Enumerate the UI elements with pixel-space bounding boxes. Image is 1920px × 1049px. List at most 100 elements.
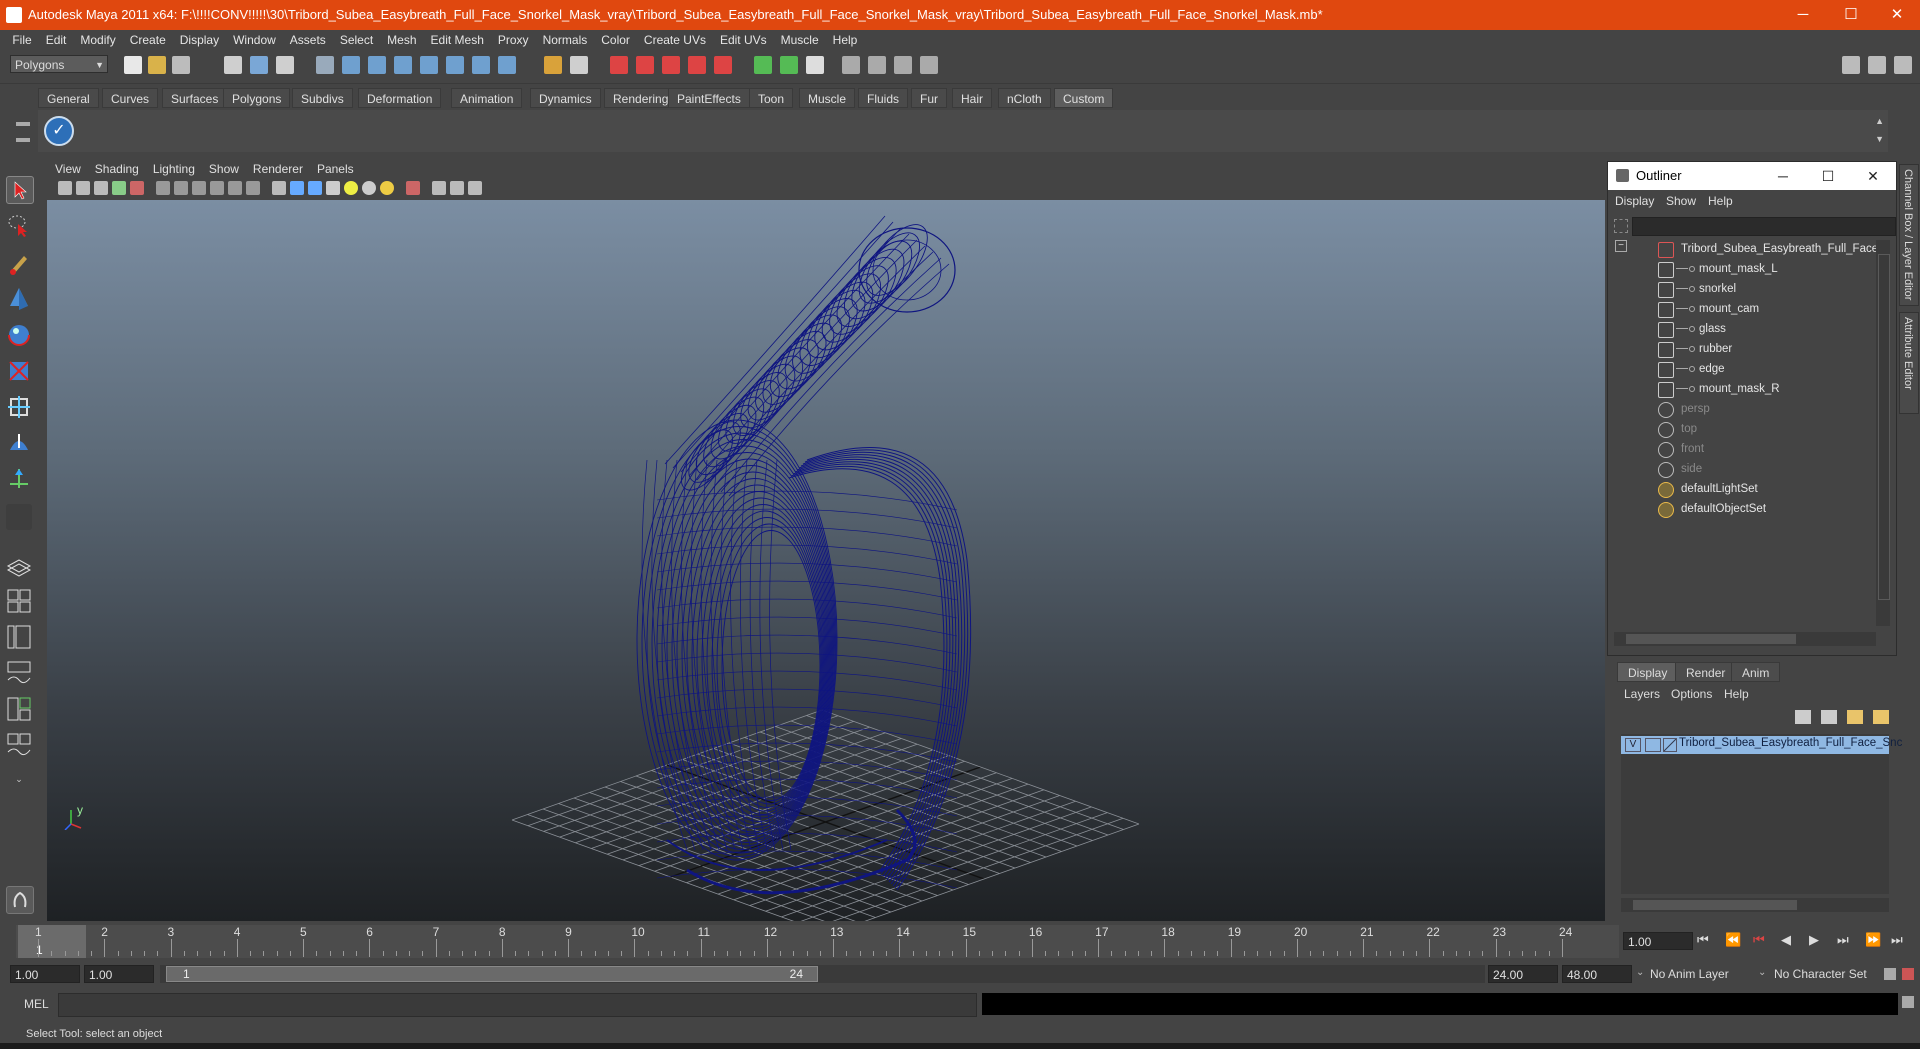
range-slider-bar[interactable]: 1 24 bbox=[166, 966, 818, 982]
range-slider[interactable]: 1 24 bbox=[160, 965, 1485, 983]
outliner-item[interactable]: snorkel bbox=[1608, 280, 1876, 298]
rotate-tool-icon[interactable] bbox=[6, 322, 32, 348]
smooth-shade-icon[interactable] bbox=[290, 181, 304, 195]
menu-file[interactable]: File bbox=[5, 30, 38, 50]
step-forward-key-icon[interactable]: ⏭ bbox=[1837, 932, 1849, 948]
outliner-filter-icon[interactable] bbox=[1614, 219, 1628, 233]
menu-help[interactable]: Help bbox=[826, 30, 865, 50]
script-editor-icon[interactable] bbox=[920, 56, 938, 74]
menu-mesh[interactable]: Mesh bbox=[380, 30, 423, 50]
outliner-filter-input[interactable] bbox=[1632, 217, 1896, 236]
go-to-start-icon[interactable]: ⏮ bbox=[1697, 932, 1709, 948]
panel-layout-2-icon[interactable] bbox=[1868, 56, 1886, 74]
use-all-lights-icon[interactable] bbox=[344, 181, 358, 195]
new-layer-star2-icon[interactable] bbox=[1873, 710, 1889, 724]
outliner-vscrollbar[interactable] bbox=[1876, 240, 1890, 626]
save-scene-icon[interactable] bbox=[172, 56, 190, 74]
outliner-item[interactable]: edge bbox=[1608, 360, 1876, 378]
bookmarks-icon[interactable] bbox=[94, 181, 108, 195]
step-back-icon[interactable]: ⏪ bbox=[1725, 932, 1741, 948]
magnet-snap-4-icon[interactable] bbox=[688, 56, 706, 74]
construction-icon[interactable] bbox=[472, 56, 490, 74]
menu-edit-mesh[interactable]: Edit Mesh bbox=[424, 30, 491, 50]
shelf-tab-fluids[interactable]: Fluids bbox=[858, 88, 909, 108]
vp-menu-renderer[interactable]: Renderer bbox=[246, 160, 310, 178]
outliner-item[interactable]: defaultLightSet bbox=[1608, 480, 1876, 498]
command-input[interactable] bbox=[58, 993, 977, 1017]
layer-color-swatch[interactable] bbox=[1663, 738, 1677, 752]
menu-muscle[interactable]: Muscle bbox=[774, 30, 826, 50]
layer-tab-display[interactable]: Display bbox=[1617, 662, 1679, 682]
minimize-button[interactable]: ─ bbox=[1780, 0, 1826, 30]
vp-menu-shading[interactable]: Shading bbox=[88, 160, 146, 178]
layer-menu-layers[interactable]: Layers bbox=[1624, 687, 1660, 701]
lights-icon[interactable] bbox=[380, 181, 394, 195]
select-hierarchy-icon[interactable] bbox=[224, 56, 242, 74]
render-settings-icon[interactable] bbox=[806, 56, 824, 74]
outliner-item[interactable]: rubber bbox=[1608, 340, 1876, 358]
perspective-viewport[interactable]: y bbox=[47, 200, 1605, 921]
outliner-maximize-button[interactable]: ☐ bbox=[1813, 162, 1843, 190]
gate-mask-icon[interactable] bbox=[210, 181, 224, 195]
new-layer-icon[interactable] bbox=[1795, 710, 1811, 724]
outliner-item[interactable]: mount_mask_R bbox=[1608, 380, 1876, 398]
shelf-tab-dynamics[interactable]: Dynamics bbox=[530, 88, 601, 108]
vp-menu-view[interactable]: View bbox=[48, 160, 88, 178]
layout-four-icon[interactable] bbox=[6, 588, 32, 614]
shelf-tab-hair[interactable]: Hair bbox=[952, 88, 993, 108]
ipr-render-icon[interactable] bbox=[780, 56, 798, 74]
input-ops-icon[interactable] bbox=[570, 56, 588, 74]
wireframe-on-shaded-icon[interactable] bbox=[308, 181, 322, 195]
play-backward-icon[interactable]: ◀ bbox=[1781, 932, 1791, 948]
xray-components-icon[interactable] bbox=[468, 181, 482, 195]
new-layer-star-icon[interactable] bbox=[1847, 710, 1863, 724]
outliner-vscroll-thumb[interactable] bbox=[1878, 254, 1890, 600]
help-question-icon[interactable] bbox=[498, 56, 516, 74]
layer-type-toggle[interactable] bbox=[1645, 738, 1661, 752]
menu-edit-uvs[interactable]: Edit UVs bbox=[713, 30, 774, 50]
layer-visibility-toggle[interactable]: V bbox=[1625, 738, 1641, 752]
layer-tab-render[interactable]: Render bbox=[1675, 662, 1737, 682]
paint-select-tool-icon[interactable] bbox=[6, 250, 32, 276]
shelf-tab-ncloth[interactable]: nCloth bbox=[998, 88, 1051, 108]
scale-tool-icon[interactable] bbox=[6, 358, 32, 384]
vp-menu-lighting[interactable]: Lighting bbox=[146, 160, 202, 178]
select-object-icon[interactable] bbox=[250, 56, 268, 74]
outliner-hscroll-thumb[interactable] bbox=[1626, 634, 1796, 644]
playback-end-field[interactable]: 24.00 bbox=[1488, 965, 1558, 983]
two-d-pan-zoom-icon[interactable] bbox=[130, 181, 144, 195]
menu-window[interactable]: Window bbox=[226, 30, 283, 50]
panel-layout-3-icon[interactable] bbox=[1894, 56, 1912, 74]
layer-row[interactable]: V Tribord_Subea_Easybreath_Full_Face_Snc bbox=[1621, 736, 1902, 754]
shelf-tab-subdivs[interactable]: Subdivs bbox=[292, 88, 353, 108]
outliner-item[interactable]: defaultObjectSet bbox=[1608, 500, 1876, 518]
history-icon[interactable] bbox=[446, 56, 464, 74]
layout-graph-icon[interactable] bbox=[6, 732, 32, 758]
safe-action-icon[interactable] bbox=[246, 181, 260, 195]
snap-grid-icon[interactable] bbox=[316, 56, 334, 74]
shelf-scroll-up-icon[interactable]: ▲ bbox=[1875, 116, 1884, 126]
new-scene-icon[interactable] bbox=[124, 56, 142, 74]
anim-layer-selector[interactable]: No Anim Layer bbox=[1650, 967, 1729, 981]
select-camera-icon[interactable] bbox=[58, 181, 72, 195]
channel-box-side-tab[interactable]: Channel Box / Layer Editor bbox=[1899, 164, 1919, 306]
layout-persp-outliner-icon[interactable] bbox=[6, 624, 32, 650]
menu-proxy[interactable]: Proxy bbox=[491, 30, 536, 50]
script-editor-button-icon[interactable] bbox=[1902, 996, 1914, 1008]
snap-point-icon[interactable] bbox=[368, 56, 386, 74]
anim-layer-chevron-icon[interactable]: ⌄ bbox=[1636, 967, 1644, 978]
xray-icon[interactable] bbox=[432, 181, 446, 195]
xray-joints-icon[interactable] bbox=[450, 181, 464, 195]
character-set-selector[interactable]: No Character Set bbox=[1774, 967, 1867, 981]
outliner-menu-help[interactable]: Help bbox=[1708, 194, 1733, 208]
collapse-toggle-icon[interactable]: − bbox=[1615, 240, 1627, 252]
snap-curve-icon[interactable] bbox=[342, 56, 360, 74]
auto-key-icon[interactable] bbox=[1884, 968, 1896, 980]
layer-menu-help[interactable]: Help bbox=[1724, 687, 1749, 701]
outliner-item[interactable]: side bbox=[1608, 460, 1876, 478]
menu-normals[interactable]: Normals bbox=[536, 30, 595, 50]
animation-end-field[interactable]: 48.00 bbox=[1562, 965, 1632, 983]
snorkel-mask-wireframe[interactable] bbox=[636, 215, 972, 895]
play-forward-icon[interactable]: ▶ bbox=[1809, 932, 1819, 948]
outliner-hscrollbar[interactable] bbox=[1614, 632, 1876, 646]
